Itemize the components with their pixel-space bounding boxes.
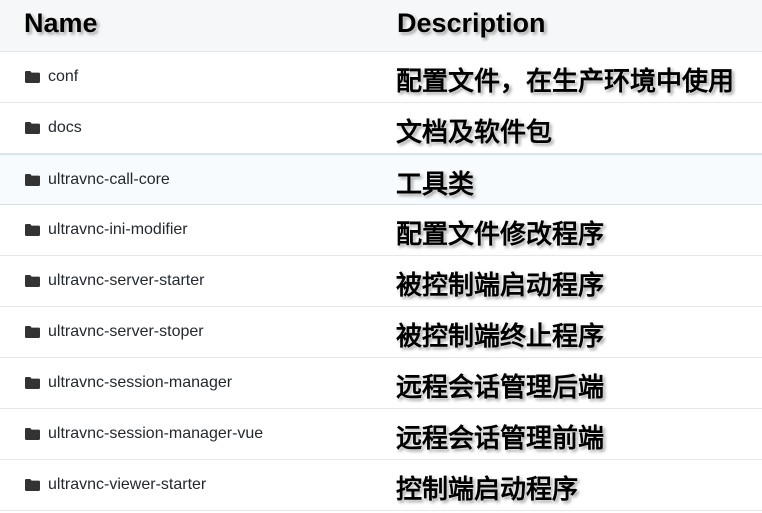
table-row[interactable]: ultravnc-ini-modifier 配置文件修改程序 — [0, 205, 762, 256]
folder-description: 文档及软件包 — [396, 117, 553, 147]
column-header-description[interactable]: Description — [397, 8, 546, 39]
directory-table: Name Description conf 配置文件，在生产环境中使用 docs… — [0, 0, 762, 513]
folder-icon — [25, 377, 40, 389]
column-header-name[interactable]: Name — [24, 8, 98, 39]
folder-icon — [25, 224, 40, 236]
table-header: Name Description — [0, 0, 762, 52]
folder-name-link[interactable]: ultravnc-server-stoper — [48, 323, 204, 341]
folder-name-link[interactable]: ultravnc-viewer-starter — [48, 476, 206, 494]
table-row[interactable]: ultravnc-session-manager-vue 远程会话管理前端 — [0, 409, 762, 460]
folder-description: 被控制端启动程序 — [396, 270, 605, 300]
table-row[interactable]: docs 文档及软件包 — [0, 103, 762, 154]
folder-name-link[interactable]: docs — [48, 119, 82, 137]
folder-icon — [25, 122, 40, 134]
folder-name-link[interactable]: ultravnc-server-starter — [48, 272, 204, 290]
folder-name-link[interactable]: ultravnc-ini-modifier — [48, 221, 188, 239]
folder-description: 配置文件，在生产环境中使用 — [396, 66, 735, 96]
table-row[interactable]: conf 配置文件，在生产环境中使用 — [0, 52, 762, 103]
folder-description: 远程会话管理后端 — [396, 372, 605, 402]
folder-icon — [25, 428, 40, 440]
folder-icon — [25, 275, 40, 287]
table-row[interactable]: ultravnc-server-starter 被控制端启动程序 — [0, 256, 762, 307]
folder-name-link[interactable]: ultravnc-session-manager-vue — [48, 425, 263, 443]
folder-icon — [25, 174, 40, 186]
folder-name-link[interactable]: conf — [48, 68, 78, 86]
folder-description: 控制端启动程序 — [396, 474, 579, 504]
folder-description: 被控制端终止程序 — [396, 321, 605, 351]
folder-name-link[interactable]: ultravnc-call-core — [48, 171, 170, 189]
table-row[interactable]: ultravnc-session-manager 远程会话管理后端 — [0, 358, 762, 409]
table-row[interactable]: ultravnc-server-stoper 被控制端终止程序 — [0, 307, 762, 358]
folder-icon — [25, 326, 40, 338]
folder-name-link[interactable]: ultravnc-session-manager — [48, 374, 232, 392]
folder-description: 工具类 — [396, 169, 475, 199]
table-row[interactable]: ultravnc-call-core 工具类 — [0, 154, 762, 205]
folder-icon — [25, 71, 40, 83]
folder-description: 配置文件修改程序 — [396, 219, 605, 249]
folder-description: 远程会话管理前端 — [396, 423, 605, 453]
folder-icon — [25, 479, 40, 491]
table-row[interactable]: ultravnc-viewer-starter 控制端启动程序 — [0, 460, 762, 511]
